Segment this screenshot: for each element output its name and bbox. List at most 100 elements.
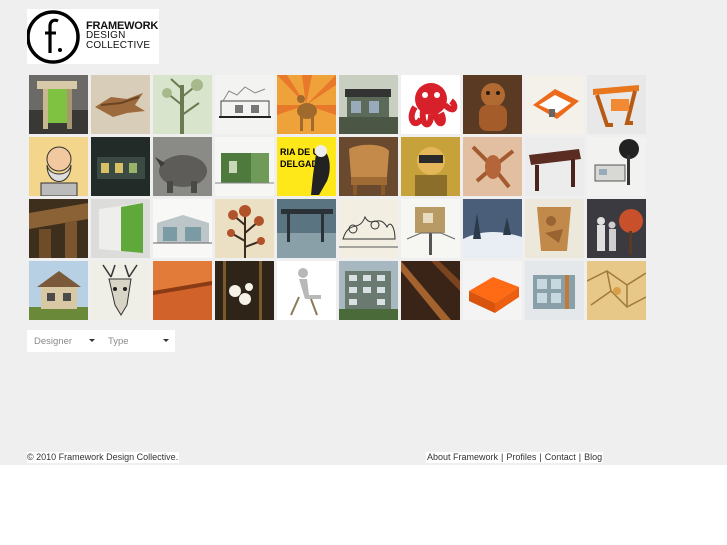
project-thumbnail[interactable]	[401, 137, 460, 196]
project-thumbnail[interactable]	[463, 199, 522, 258]
project-thumbnail[interactable]	[401, 75, 460, 134]
wall-thumb-icon	[153, 261, 212, 320]
project-thumbnail[interactable]	[587, 261, 646, 320]
project-thumbnail[interactable]	[463, 137, 522, 196]
deer-thumb-icon	[277, 75, 336, 134]
carving-thumb-icon	[91, 75, 150, 134]
project-thumbnail[interactable]	[339, 137, 398, 196]
shelter-thumb-icon	[277, 199, 336, 258]
footer-nav: About Framework | Profiles | Contact | B…	[426, 452, 604, 463]
project-thumbnail[interactable]	[215, 261, 274, 320]
footer-separator: |	[501, 452, 504, 462]
project-thumbnail[interactable]	[525, 199, 584, 258]
project-thumbnail[interactable]	[525, 75, 584, 134]
map-thumb-icon	[587, 261, 646, 320]
model-thumb-icon	[463, 261, 522, 320]
project-thumbnail[interactable]	[91, 75, 150, 134]
treehouse-thumb-icon	[587, 137, 646, 196]
project-thumbnail[interactable]	[153, 137, 212, 196]
figure-thumb-icon	[277, 261, 336, 320]
type-select[interactable]: Type	[101, 330, 175, 352]
portrait-thumb-icon	[401, 137, 460, 196]
night-thumb-icon	[91, 137, 150, 196]
desk-thumb-icon	[587, 75, 646, 134]
pod-thumb-icon	[401, 199, 460, 258]
site-logo[interactable]: FRAMEWORK DESIGN COLLECTIVE	[27, 9, 159, 64]
model-thumb-icon	[525, 75, 584, 134]
footer-link-profiles[interactable]: Profiles	[506, 452, 536, 463]
project-thumbnail[interactable]	[587, 75, 646, 134]
project-thumbnail[interactable]	[29, 75, 88, 134]
project-thumbnail[interactable]	[401, 199, 460, 258]
project-thumbnail[interactable]	[463, 75, 522, 134]
project-thumbnail[interactable]	[277, 75, 336, 134]
relief-thumb-icon	[525, 199, 584, 258]
house-thumb-icon	[153, 199, 212, 258]
chair-thumb-icon	[29, 75, 88, 134]
project-thumbnail[interactable]	[401, 261, 460, 320]
type-select-label: Type	[108, 335, 129, 347]
house-thumb-icon	[215, 137, 274, 196]
building-thumb-icon	[525, 261, 584, 320]
designer-select[interactable]: Designer	[27, 330, 101, 352]
beam-thumb-icon	[401, 261, 460, 320]
project-thumbnail[interactable]	[29, 199, 88, 258]
project-thumbnail[interactable]	[91, 199, 150, 258]
logo-wordmark: FRAMEWORK DESIGN COLLECTIVE	[86, 21, 158, 51]
lobster-thumb-icon	[463, 137, 522, 196]
project-thumbnail[interactable]	[339, 199, 398, 258]
designer-select-label: Designer	[34, 335, 73, 347]
project-thumbnail[interactable]	[463, 261, 522, 320]
project-thumbnail[interactable]	[215, 199, 274, 258]
project-thumbnail[interactable]	[91, 261, 150, 320]
panel-thumb-icon	[91, 199, 150, 258]
portrait-thumb-icon	[29, 137, 88, 196]
copyright-text: © 2010 Framework Design Collective.	[27, 452, 180, 463]
footer-link-contact[interactable]: Contact	[545, 452, 576, 463]
sketch-thumb-icon	[339, 199, 398, 258]
house-thumb-icon	[29, 261, 88, 320]
footer-separator: |	[578, 452, 582, 462]
project-thumbnail[interactable]	[153, 199, 212, 258]
project-thumbnail[interactable]	[587, 137, 646, 196]
wood-thumb-icon	[29, 199, 88, 258]
filter-bar: Designer Type	[27, 330, 175, 352]
project-thumbnail[interactable]	[153, 75, 212, 134]
project-thumbnail[interactable]	[587, 199, 646, 258]
project-thumbnail[interactable]	[215, 75, 274, 134]
logo-f-mark-icon	[27, 10, 80, 64]
lamp-thumb-icon	[215, 261, 274, 320]
project-thumbnail[interactable]	[29, 261, 88, 320]
figure-thumb-icon	[463, 75, 522, 134]
project-thumbnail[interactable]	[277, 199, 336, 258]
logo-line-collective: COLLECTIVE	[86, 40, 151, 51]
tree-thumb-icon	[215, 199, 274, 258]
project-thumbnail[interactable]	[91, 137, 150, 196]
project-thumbnail-grid: RIA DE UN DELGADO!	[29, 75, 646, 321]
project-thumbnail[interactable]	[29, 137, 88, 196]
footer-separator: |	[539, 452, 542, 462]
project-thumbnail[interactable]	[339, 75, 398, 134]
project-thumbnail[interactable]	[153, 261, 212, 320]
chevron-down-icon	[89, 339, 95, 342]
building-thumb-icon	[339, 75, 398, 134]
deer-thumb-icon	[91, 261, 150, 320]
footer-link-about[interactable]: About Framework	[427, 452, 498, 463]
project-thumbnail[interactable]	[525, 261, 584, 320]
chevron-down-icon	[163, 339, 169, 342]
sketch-thumb-icon	[215, 75, 274, 134]
tree-thumb-icon	[153, 75, 212, 134]
project-thumbnail[interactable]	[215, 137, 274, 196]
table-thumb-icon	[525, 137, 584, 196]
rhino-thumb-icon	[153, 137, 212, 196]
project-thumbnail[interactable]	[525, 137, 584, 196]
people-thumb-icon	[587, 199, 646, 258]
project-thumbnail[interactable]: RIA DE UN DELGADO!	[277, 137, 336, 196]
chair-thumb-icon	[339, 137, 398, 196]
footer-link-blog[interactable]: Blog	[584, 452, 602, 463]
octopus-thumb-icon	[401, 75, 460, 134]
project-thumbnail[interactable]	[339, 261, 398, 320]
project-thumbnail[interactable]	[277, 261, 336, 320]
building-thumb-icon	[339, 261, 398, 320]
poster-thumb-icon: RIA DE UNDELGADO!	[277, 137, 336, 196]
